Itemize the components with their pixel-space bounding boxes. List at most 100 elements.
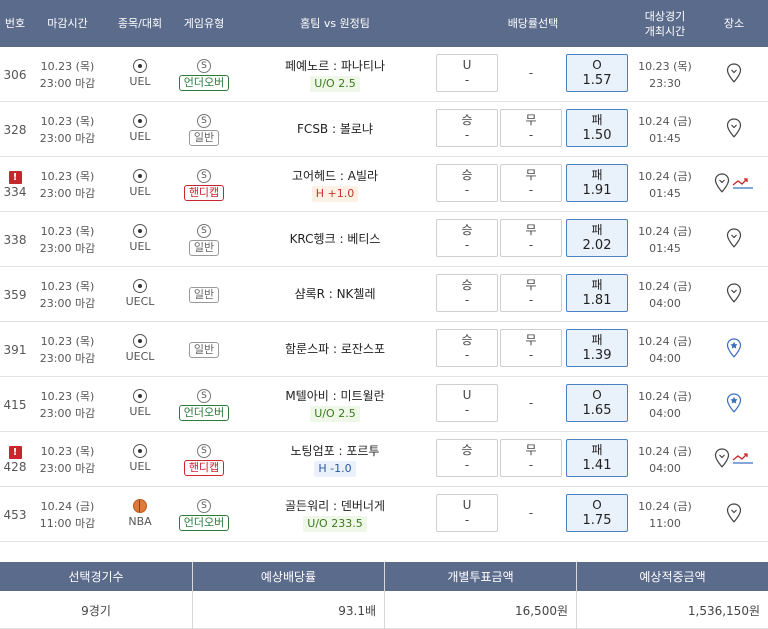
map-pin-icon[interactable]	[726, 118, 742, 141]
game-type-badge: 핸디캡	[183, 184, 225, 201]
venue	[703, 47, 765, 102]
odds-button-home[interactable]: 승 -	[436, 164, 498, 202]
odds-label: 무	[525, 168, 537, 182]
odds-button-away[interactable]: 패 2.02	[566, 219, 628, 257]
table-row: 453 10.24 (금) 11:00 마감 NBA S 언더오버 골든워리 : …	[0, 487, 768, 542]
odds-button-draw[interactable]: -	[500, 494, 562, 532]
sport-league: UECL	[112, 322, 168, 377]
game-type: 일반	[170, 322, 238, 377]
table-row: ! 334 10.23 (목) 23:00 마감 UEL S 핸디캡 고어헤드 : …	[0, 157, 768, 212]
summary-divider	[576, 562, 577, 629]
odds-label: O	[592, 498, 602, 512]
game-time: 01:45	[649, 241, 681, 255]
deadline-time: 23:00 마감	[39, 351, 96, 365]
odds-label: 무	[525, 443, 537, 457]
odds-button-away[interactable]: 패 1.91	[566, 164, 628, 202]
game-time: 11:00	[649, 516, 681, 530]
match-number: 328	[0, 102, 30, 157]
game-date: 10.24 (금)	[638, 279, 692, 293]
game-time: 04:00	[649, 296, 681, 310]
soccer-ball-icon	[133, 444, 147, 458]
deadline-time: 23:00 마감	[39, 461, 96, 475]
venue	[703, 102, 765, 157]
soccer-ball-icon	[133, 389, 147, 403]
odds-button-home[interactable]: 승 -	[436, 219, 498, 257]
odds-button-draw[interactable]: 무 -	[500, 219, 562, 257]
game-type: S 일반	[170, 212, 238, 267]
col-target-date-2: 개최시간	[644, 24, 686, 38]
match-list: 306 10.23 (목) 23:00 마감 UEL S 언더오버 페예노르 : …	[0, 47, 768, 542]
away-team: 파나티나	[340, 58, 385, 73]
odds-value: 1.65	[582, 403, 612, 418]
map-pin-icon[interactable]	[714, 173, 730, 196]
odds-value: -	[528, 293, 534, 307]
soccer-ball-icon	[133, 334, 147, 348]
odds-button-draw[interactable]: 무 -	[500, 439, 562, 477]
game-datetime: 10.24 (금) 01:45	[630, 102, 700, 157]
odds-button-draw[interactable]: 무 -	[500, 164, 562, 202]
map-pin-icon[interactable]	[714, 448, 730, 471]
line-tag: U/O 2.5	[310, 405, 360, 422]
odds-value: -	[528, 183, 534, 197]
odds-label: 무	[525, 223, 537, 237]
deadline-date: 10.23 (목)	[40, 279, 95, 293]
odds-button-away[interactable]: 패 1.81	[566, 274, 628, 312]
odds-button-home[interactable]: 승 -	[436, 109, 498, 147]
map-pin-icon[interactable]	[726, 228, 742, 251]
odds-button-home[interactable]: U -	[436, 494, 498, 532]
deadline-time: 23:00 마감	[39, 186, 96, 200]
map-pin-icon[interactable]	[726, 283, 742, 306]
odds-button-away[interactable]: O 1.57	[566, 54, 628, 92]
star-pin-icon[interactable]	[726, 338, 742, 361]
game-date: 10.24 (금)	[638, 224, 692, 238]
map-pin-icon[interactable]	[726, 503, 742, 526]
odds-button-draw[interactable]: 무 -	[500, 109, 562, 147]
away-team: 덴버너게	[340, 498, 385, 513]
match-number-value: 359	[3, 287, 27, 302]
odds-button-home[interactable]: 승 -	[436, 274, 498, 312]
summary-payout: 1,536,150원	[687, 603, 760, 618]
league-name: UEL	[129, 240, 151, 253]
basketball-icon	[133, 499, 147, 513]
venue	[703, 267, 765, 322]
home-team: 함룬스파	[284, 342, 330, 356]
summary-divider	[192, 562, 193, 629]
odds-value: 2.02	[582, 238, 612, 253]
game-type-badge: 언더오버	[178, 74, 230, 91]
odds-button-away[interactable]: O 1.75	[566, 494, 628, 532]
odds-button-draw[interactable]: -	[500, 54, 562, 92]
odds-label: U	[462, 388, 472, 402]
game-time: 01:45	[649, 186, 681, 200]
odds-button-away[interactable]: 패 1.41	[566, 439, 628, 477]
odds-value: -	[528, 458, 534, 472]
odds-button-home[interactable]: 승 -	[436, 329, 498, 367]
deadline-date: 10.23 (목)	[40, 114, 95, 128]
trend-chart-icon[interactable]	[730, 451, 754, 468]
odds-button-draw[interactable]: 무 -	[500, 329, 562, 367]
sport-league: UEL	[112, 212, 168, 267]
odds-button-draw[interactable]: -	[500, 384, 562, 422]
odds-button-home[interactable]: U -	[436, 54, 498, 92]
odds-button-home[interactable]: U -	[436, 384, 498, 422]
odds-button-away[interactable]: 패 1.50	[566, 109, 628, 147]
game-type-badge: 일반	[188, 286, 220, 303]
game-datetime: 10.24 (금) 04:00	[630, 377, 700, 432]
league-name: UEL	[129, 130, 151, 143]
deadline-date: 10.23 (목)	[40, 59, 95, 73]
trend-chart-icon[interactable]	[730, 176, 754, 193]
deadline: 10.23 (목) 23:00 마감	[30, 267, 105, 322]
deadline-date: 10.24 (금)	[40, 499, 95, 513]
map-pin-icon[interactable]	[726, 63, 742, 86]
away-team: 베티스	[347, 232, 381, 246]
star-pin-icon[interactable]	[726, 393, 742, 416]
away-team: A빌라	[347, 168, 379, 183]
odds-button-draw[interactable]: 무 -	[500, 274, 562, 312]
odds-button-away[interactable]: O 1.65	[566, 384, 628, 422]
alert-icon: !	[8, 445, 22, 459]
game-datetime: 10.24 (금) 11:00	[630, 487, 700, 542]
odds-button-away[interactable]: 패 1.39	[566, 329, 628, 367]
league-name: NBA	[128, 515, 152, 528]
odds-value: -	[464, 183, 470, 197]
odds-button-home[interactable]: 승 -	[436, 439, 498, 477]
game-datetime: 10.24 (금) 01:45	[630, 157, 700, 212]
